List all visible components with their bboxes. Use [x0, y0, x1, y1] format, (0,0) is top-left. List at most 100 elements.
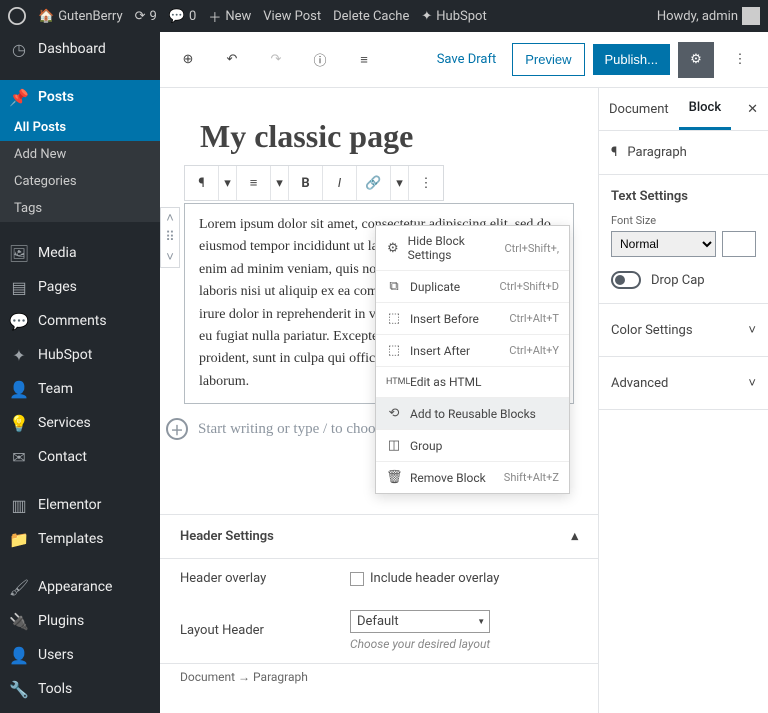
add-reusable-item[interactable]: ⟲Add to Reusable Blocks [376, 398, 569, 430]
block-type-dropdown[interactable]: ▾ [219, 166, 237, 200]
color-settings-toggle[interactable]: Color Settings ˅ [611, 318, 756, 342]
insert-after-icon: ⬚ [386, 343, 402, 358]
move-down-button[interactable]: ˅ [166, 247, 174, 267]
block-mover: ˄ ⠿ ˅ [160, 207, 180, 268]
edit-html-item[interactable]: HTMLEdit as HTML [376, 367, 569, 398]
sidebar-item-services[interactable]: 💡Services [0, 406, 160, 440]
block-type-button[interactable]: ¶ [185, 166, 219, 200]
sidebar-sub-categories[interactable]: Categories [0, 168, 160, 195]
bold-button[interactable]: B [289, 166, 323, 200]
tab-block[interactable]: Block [679, 88, 731, 130]
advanced-toggle[interactable]: Advanced ˅ [611, 371, 756, 395]
info-button[interactable]: ⓘ [302, 42, 338, 78]
more-format-dropdown[interactable]: ▾ [391, 166, 409, 200]
mail-icon: ✉ [10, 448, 28, 466]
outline-button[interactable]: ≡ [346, 42, 382, 78]
sidebar-item-appearance[interactable]: 🖌Appearance [0, 570, 160, 604]
plus-icon: ＋ [166, 418, 188, 440]
duplicate-item[interactable]: ⧉DuplicateCtrl+Shift+D [376, 271, 569, 303]
elementor-icon: ▥ [10, 496, 28, 514]
undo-button[interactable]: ↶ [214, 42, 250, 78]
italic-button[interactable]: I [323, 166, 357, 200]
sidebar-item-hubspot[interactable]: ✦HubSpot [0, 338, 160, 372]
block-options-button[interactable]: ⋮ [409, 166, 443, 200]
site-home-link[interactable]: 🏠 GutenBerry [38, 9, 123, 24]
hubspot-link[interactable]: ✦ HubSpot [421, 9, 486, 24]
sidebar-item-media[interactable]: 🖼Media [0, 236, 160, 270]
sidebar-item-users[interactable]: 👤Users [0, 638, 160, 672]
save-draft-button[interactable]: Save Draft [429, 52, 505, 67]
gear-icon: ⚙ [386, 241, 400, 256]
sidebar-sub-all-posts[interactable]: All Posts [0, 114, 160, 141]
metabox-toggle[interactable]: Header Settings ▴ [160, 515, 598, 559]
close-panel-button[interactable]: ✕ [737, 102, 768, 117]
drag-handle[interactable]: ⠿ [165, 228, 175, 247]
paragraph-icon: ¶ [611, 145, 617, 160]
add-block-button[interactable]: ⊕ [170, 42, 206, 78]
preview-button[interactable]: Preview [512, 43, 584, 76]
block-info: ¶ Paragraph [611, 145, 756, 160]
sidebar-sub-add-new[interactable]: Add New [0, 141, 160, 168]
more-menu-button[interactable]: ⋮ [722, 42, 758, 78]
delete-cache-link[interactable]: Delete Cache [333, 9, 409, 24]
hubspot-icon: ✦ [10, 346, 28, 364]
sidebar-item-plugins[interactable]: 🔌Plugins [0, 604, 160, 638]
align-dropdown[interactable]: ▾ [271, 166, 289, 200]
media-icon: 🖼 [10, 244, 28, 262]
group-item[interactable]: ◫Group [376, 430, 569, 462]
align-button[interactable]: ≡ [237, 166, 271, 200]
sidebar-item-dashboard[interactable]: ◷Dashboard [0, 32, 160, 66]
text-settings-heading: Text Settings [611, 189, 756, 204]
trash-icon: 🗑 [386, 470, 402, 485]
link-button[interactable]: 🔗 [357, 166, 391, 200]
sidebar-item-team[interactable]: 👤Team [0, 372, 160, 406]
sidebar-item-elementor[interactable]: ▥Elementor [0, 488, 160, 522]
users-icon: 👤 [10, 646, 28, 664]
sidebar-item-comments[interactable]: 💬Comments [0, 304, 160, 338]
post-title-input[interactable]: My classic page [160, 88, 598, 165]
breadcrumb-document[interactable]: Document [180, 670, 235, 684]
editor-toolbar: ⊕ ↶ ↷ ⓘ ≡ Save Draft Preview Publish... … [160, 32, 768, 88]
sidebar-item-contact[interactable]: ✉Contact [0, 440, 160, 474]
wrench-icon: 🔧 [10, 680, 28, 698]
sidebar-item-tools[interactable]: 🔧Tools [0, 672, 160, 706]
pushpin-icon: 📌 [10, 88, 28, 106]
tab-document[interactable]: Document [599, 90, 679, 129]
insert-after-item[interactable]: ⬚Insert AfterCtrl+Alt+Y [376, 335, 569, 367]
chevron-down-icon: ˅ [748, 375, 756, 391]
layout-header-select[interactable]: Default [350, 610, 490, 633]
wp-logo[interactable] [8, 7, 26, 25]
account-link[interactable]: Howdy, admin [657, 7, 760, 25]
breadcrumb-paragraph[interactable]: Paragraph [253, 670, 308, 684]
insert-before-icon: ⬚ [386, 311, 402, 326]
sidebar-item-pages[interactable]: ▤Pages [0, 270, 160, 304]
hide-block-settings-item[interactable]: ⚙Hide Block SettingsCtrl+Shift+, [376, 226, 569, 271]
move-up-button[interactable]: ˄ [166, 208, 174, 228]
include-overlay-label: Include header overlay [370, 571, 499, 586]
folder-icon: 📁 [10, 530, 28, 548]
layout-header-label: Layout Header [180, 623, 350, 638]
admin-topbar: 🏠 GutenBerry ⟳ 9 💬 0 ＋ New View Post Del… [0, 0, 768, 32]
drop-cap-toggle[interactable] [611, 271, 641, 289]
font-size-select[interactable]: Normal [611, 231, 716, 257]
bulb-icon: 💡 [10, 414, 28, 432]
settings-toggle-button[interactable]: ⚙ [678, 42, 714, 78]
updates-link[interactable]: ⟳ 9 [135, 9, 157, 24]
include-overlay-checkbox[interactable] [350, 572, 364, 586]
font-size-input[interactable] [722, 231, 756, 257]
block-breadcrumb: Document → Paragraph [160, 663, 598, 690]
sidebar-item-templates[interactable]: 📁Templates [0, 522, 160, 556]
insert-before-item[interactable]: ⬚Insert BeforeCtrl+Alt+T [376, 303, 569, 335]
chevron-down-icon: ˅ [748, 322, 756, 338]
sidebar-item-posts[interactable]: 📌Posts [0, 80, 160, 114]
plug-icon: 🔌 [10, 612, 28, 630]
new-content-link[interactable]: ＋ New [208, 7, 251, 26]
view-post-link[interactable]: View Post [263, 9, 321, 24]
redo-button[interactable]: ↷ [258, 42, 294, 78]
publish-button[interactable]: Publish... [593, 44, 670, 75]
settings-panel: Document Block ✕ ¶ Paragraph Text Settin… [598, 88, 768, 713]
comments-link[interactable]: 💬 0 [169, 9, 197, 24]
remove-block-item[interactable]: 🗑Remove BlockShift+Alt+Z [376, 462, 569, 493]
page-icon: ▤ [10, 278, 28, 296]
sidebar-sub-tags[interactable]: Tags [0, 195, 160, 222]
